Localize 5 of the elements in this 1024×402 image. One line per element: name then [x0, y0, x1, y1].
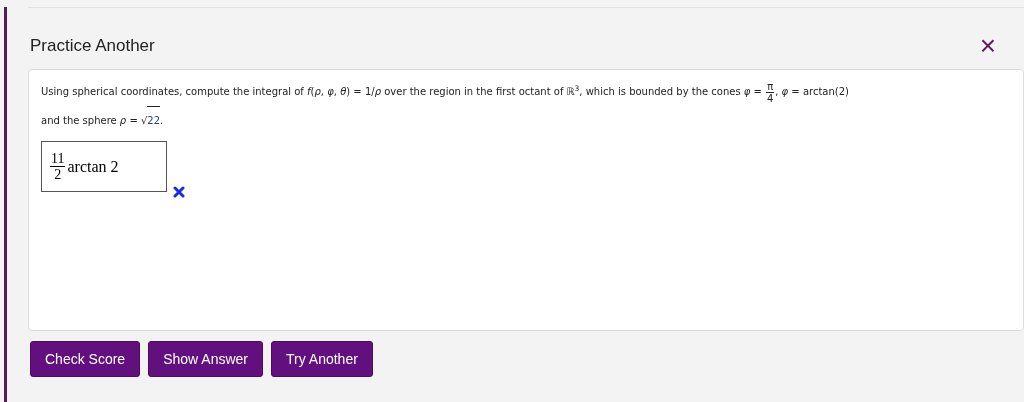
- close-button[interactable]: ×: [979, 17, 996, 60]
- action-button[interactable]: Show Answer: [148, 341, 263, 377]
- page-title: Practice Another: [30, 35, 155, 58]
- action-button[interactable]: Check Score: [30, 341, 141, 377]
- action-button[interactable]: Try Another: [271, 341, 373, 377]
